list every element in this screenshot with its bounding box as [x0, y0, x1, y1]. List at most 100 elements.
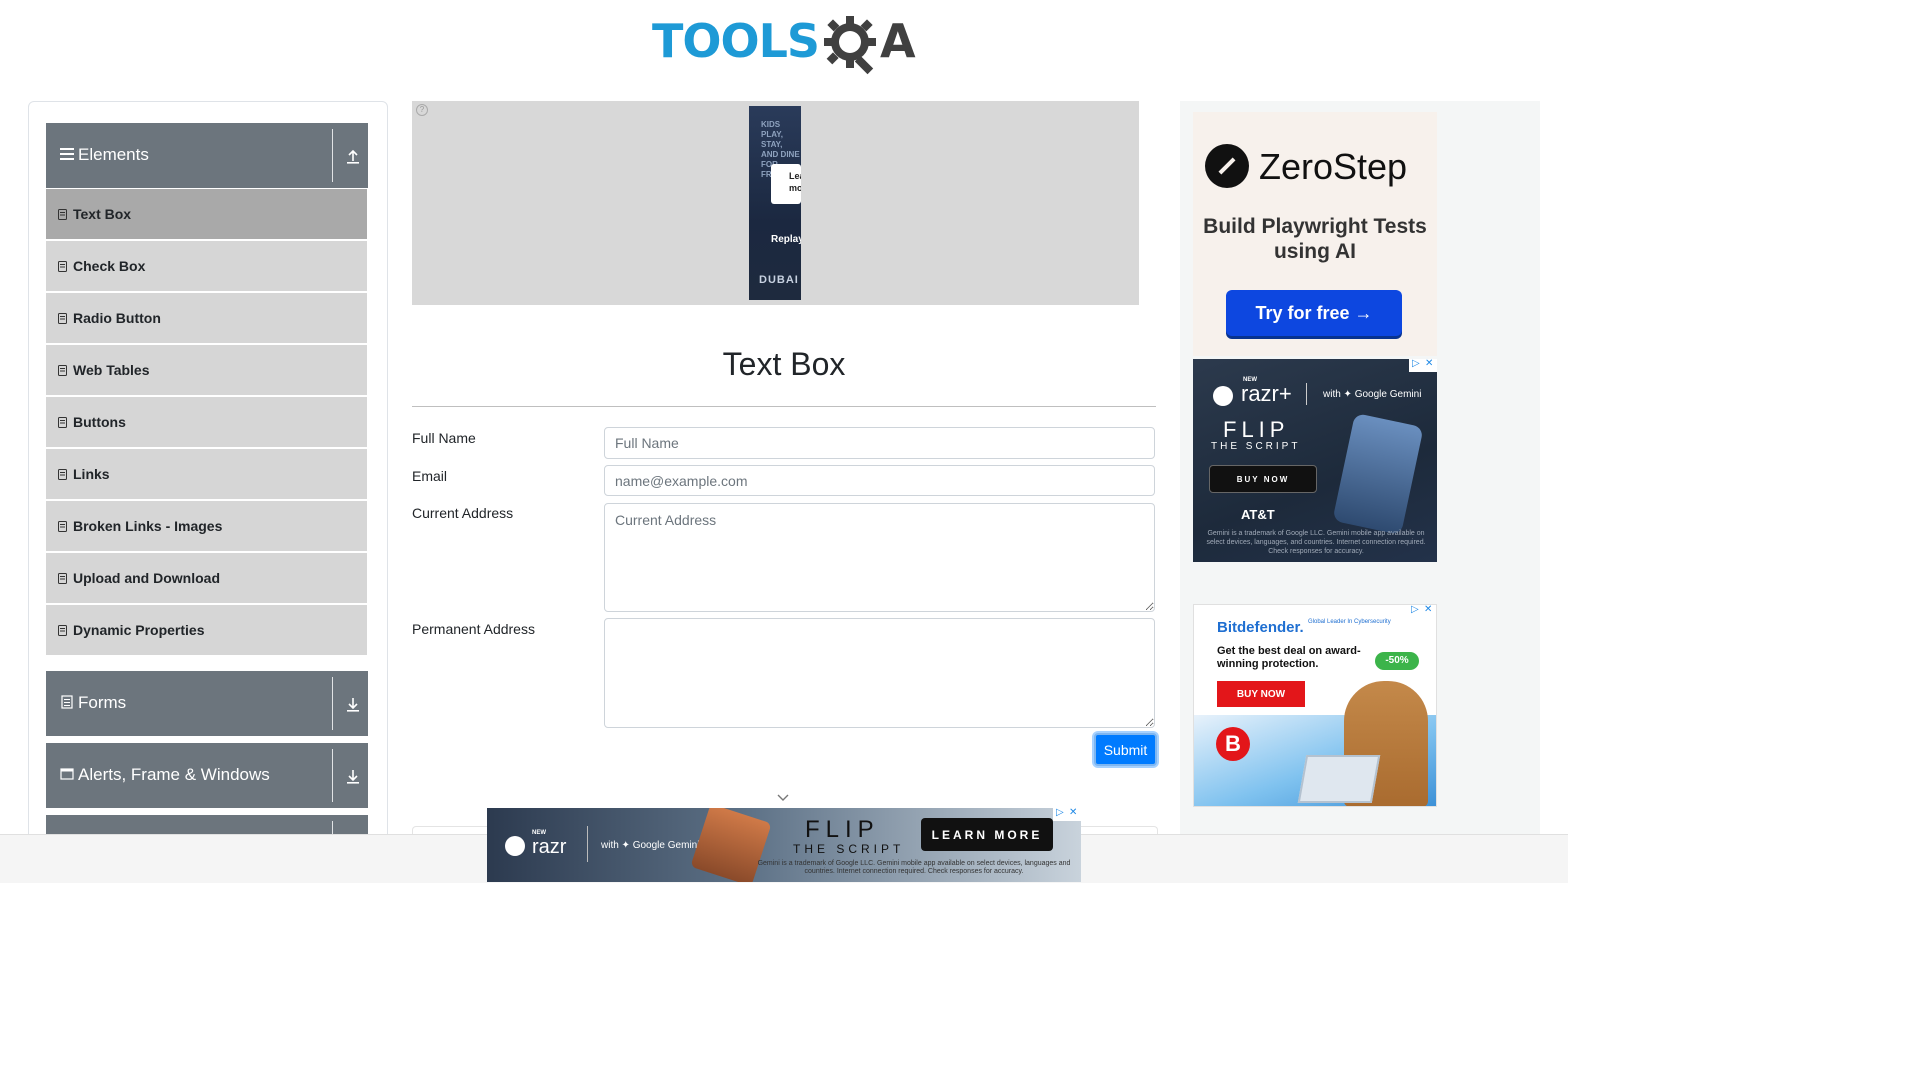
toolsqa-logo[interactable]: TOOLS A — [652, 12, 920, 76]
group-forms-header[interactable]: Forms — [46, 671, 368, 736]
group-forms-label: Forms — [78, 693, 127, 712]
list-item-icon — [58, 417, 67, 428]
sidebar-item-buttons[interactable]: Buttons — [46, 397, 367, 447]
full-name-input[interactable] — [604, 427, 1155, 459]
list-item-icon — [58, 261, 67, 272]
group-elements-header[interactable]: Elements — [46, 123, 368, 188]
razr-brand: razr+ — [1241, 381, 1292, 406]
current-address-textarea[interactable] — [604, 503, 1155, 612]
razr-divider — [587, 826, 588, 862]
chevron-down-icon[interactable] — [777, 794, 789, 802]
group-separator — [332, 749, 333, 802]
group-separator — [332, 129, 333, 182]
att-logo: AT&T — [1241, 507, 1275, 522]
sidebar-item-upload-download[interactable]: Upload and Download — [46, 553, 367, 603]
zerostep-tagline: Build Playwright Tests using AI — [1203, 215, 1427, 263]
razr-gemini: with ✦ Google Gemini — [601, 840, 700, 851]
sidebar-item-text-box[interactable]: Text Box — [46, 189, 367, 239]
sidebar-item-web-tables[interactable]: Web Tables — [46, 345, 367, 395]
razr-disclaimer: Gemini is a trademark of Google LLC. Gem… — [757, 860, 1071, 875]
gear-magnifier-icon — [824, 16, 876, 75]
sidebar-item-label: Web Tables — [73, 362, 150, 378]
razr-divider — [1306, 383, 1307, 405]
razr-flip: FLIP — [1223, 417, 1290, 442]
bitdefender-ad[interactable]: ▷ ✕ Bitdefender. Global Leader In Cyberse… — [1193, 604, 1437, 807]
sidebar-item-dynamic-properties[interactable]: Dynamic Properties — [46, 605, 367, 655]
razr-ad[interactable]: ▷ ✕ NEW razr+ with ✦ Google Gemini FLIP T… — [1193, 359, 1437, 562]
sidebar-item-label: Check Box — [73, 258, 146, 274]
bitdefender-brand: Bitdefender. — [1217, 619, 1304, 636]
motorola-logo-icon — [505, 836, 525, 856]
sidebar-item-links[interactable]: Links — [46, 449, 367, 499]
expand-down-icon[interactable] — [344, 767, 362, 785]
dubai-ad-creative[interactable]: KIDS PLAY, STAY, AND DINE FOR FREE Learn… — [749, 106, 801, 300]
bitdefender-b-logo: B — [1216, 727, 1250, 761]
list-item-icon — [58, 573, 67, 584]
sidebar-item-label: Upload and Download — [73, 570, 220, 586]
group-separator — [332, 677, 333, 730]
expand-down-icon[interactable] — [344, 695, 362, 713]
laptop-image — [1297, 755, 1381, 803]
list-item-icon — [58, 521, 67, 532]
bottom-razr-ad[interactable]: ▷ ✕ NEW razr with ✦ Google Gemini FLIP TH… — [487, 808, 1081, 882]
window-icon — [60, 768, 74, 780]
collapse-up-icon[interactable] — [344, 147, 362, 165]
sidebar-item-broken-links[interactable]: Broken Links - Images — [46, 501, 367, 551]
bitdefender-subtitle: Global Leader In Cybersecurity — [1308, 619, 1391, 625]
group-elements-label: Elements — [78, 145, 149, 164]
group-alerts-header[interactable]: Alerts, Frame & Windows — [46, 743, 368, 808]
sidebar-item-label: Dynamic Properties — [73, 622, 205, 638]
list-item-icon — [58, 625, 67, 636]
permanent-address-textarea[interactable] — [604, 618, 1155, 728]
ad-replay[interactable]: Replay — [771, 234, 801, 245]
sidebar-item-label: Radio Button — [73, 310, 161, 326]
ad-brand: DUBAI — [759, 274, 799, 286]
list-item-icon — [58, 313, 67, 324]
list-item-icon — [58, 469, 67, 480]
permanent-address-label: Permanent Address — [412, 621, 535, 637]
group-alerts-label: Alerts, Frame & Windows — [78, 765, 270, 784]
full-name-label: Full Name — [412, 430, 476, 446]
hamburger-icon — [60, 148, 74, 160]
title-divider — [412, 406, 1156, 407]
ad-choices[interactable]: ▷ ✕ — [1408, 605, 1436, 618]
bitdefender-buy-now-button[interactable]: BUY NOW — [1217, 681, 1305, 707]
list-item-icon — [58, 209, 67, 220]
sidebar-item-label: Links — [73, 466, 110, 482]
try-for-free-button[interactable]: Try for free → — [1226, 290, 1402, 336]
bitdefender-deal: Get the best deal on award-winning prote… — [1217, 645, 1361, 670]
zerostep-ad[interactable]: ZeroStep Build Playwright Tests using AI… — [1193, 112, 1437, 356]
ad-info-icon[interactable]: ? — [416, 104, 428, 116]
learn-more-button[interactable]: LEARN MORE — [921, 818, 1053, 851]
razr-buy-now-button[interactable]: BUY NOW — [1209, 465, 1317, 493]
razr-script: THE SCRIPT — [1211, 441, 1301, 452]
top-banner-ad[interactable]: ? KIDS PLAY, STAY, AND DINE FOR FREE Lea… — [412, 101, 1139, 305]
ad-choices[interactable]: ▷ ✕ — [1409, 359, 1437, 372]
razr-flip: FLIP — [805, 816, 880, 843]
razr-script: THE SCRIPT — [793, 842, 905, 856]
submit-button[interactable]: Submit — [1094, 733, 1157, 766]
ad-choices[interactable]: ▷ ✕ — [1053, 808, 1081, 821]
sidebar: Elements Text Box Check Box Radio Button… — [28, 101, 388, 863]
page-title: Text Box — [722, 346, 846, 382]
razr-brand: razr — [532, 836, 567, 858]
sidebar-item-check-box[interactable]: Check Box — [46, 241, 367, 291]
current-address-label: Current Address — [412, 505, 514, 521]
email-label: Email — [412, 468, 448, 484]
email-input[interactable] — [604, 465, 1155, 496]
list-item-icon — [58, 365, 67, 376]
zerostep-name: ZeroStep — [1259, 146, 1408, 187]
discount-badge: -50% — [1375, 652, 1419, 670]
sidebar-item-label: Buttons — [73, 414, 126, 430]
razr-phone-image — [1332, 412, 1424, 536]
logo-a: A — [880, 14, 916, 68]
zerostep-logo-icon — [1205, 144, 1249, 188]
ad-learn-more[interactable]: Learn more — [771, 164, 801, 204]
document-icon — [61, 695, 73, 709]
razr-disclaimer: Gemini is a trademark of Google LLC. Gem… — [1206, 530, 1426, 555]
sidebar-item-radio-button[interactable]: Radio Button — [46, 293, 367, 343]
razr-gemini: with ✦ Google Gemini — [1323, 389, 1422, 400]
motorola-logo-icon — [1213, 386, 1233, 406]
logo-text: TOOLS — [652, 14, 820, 68]
sidebar-item-label: Text Box — [73, 206, 132, 222]
